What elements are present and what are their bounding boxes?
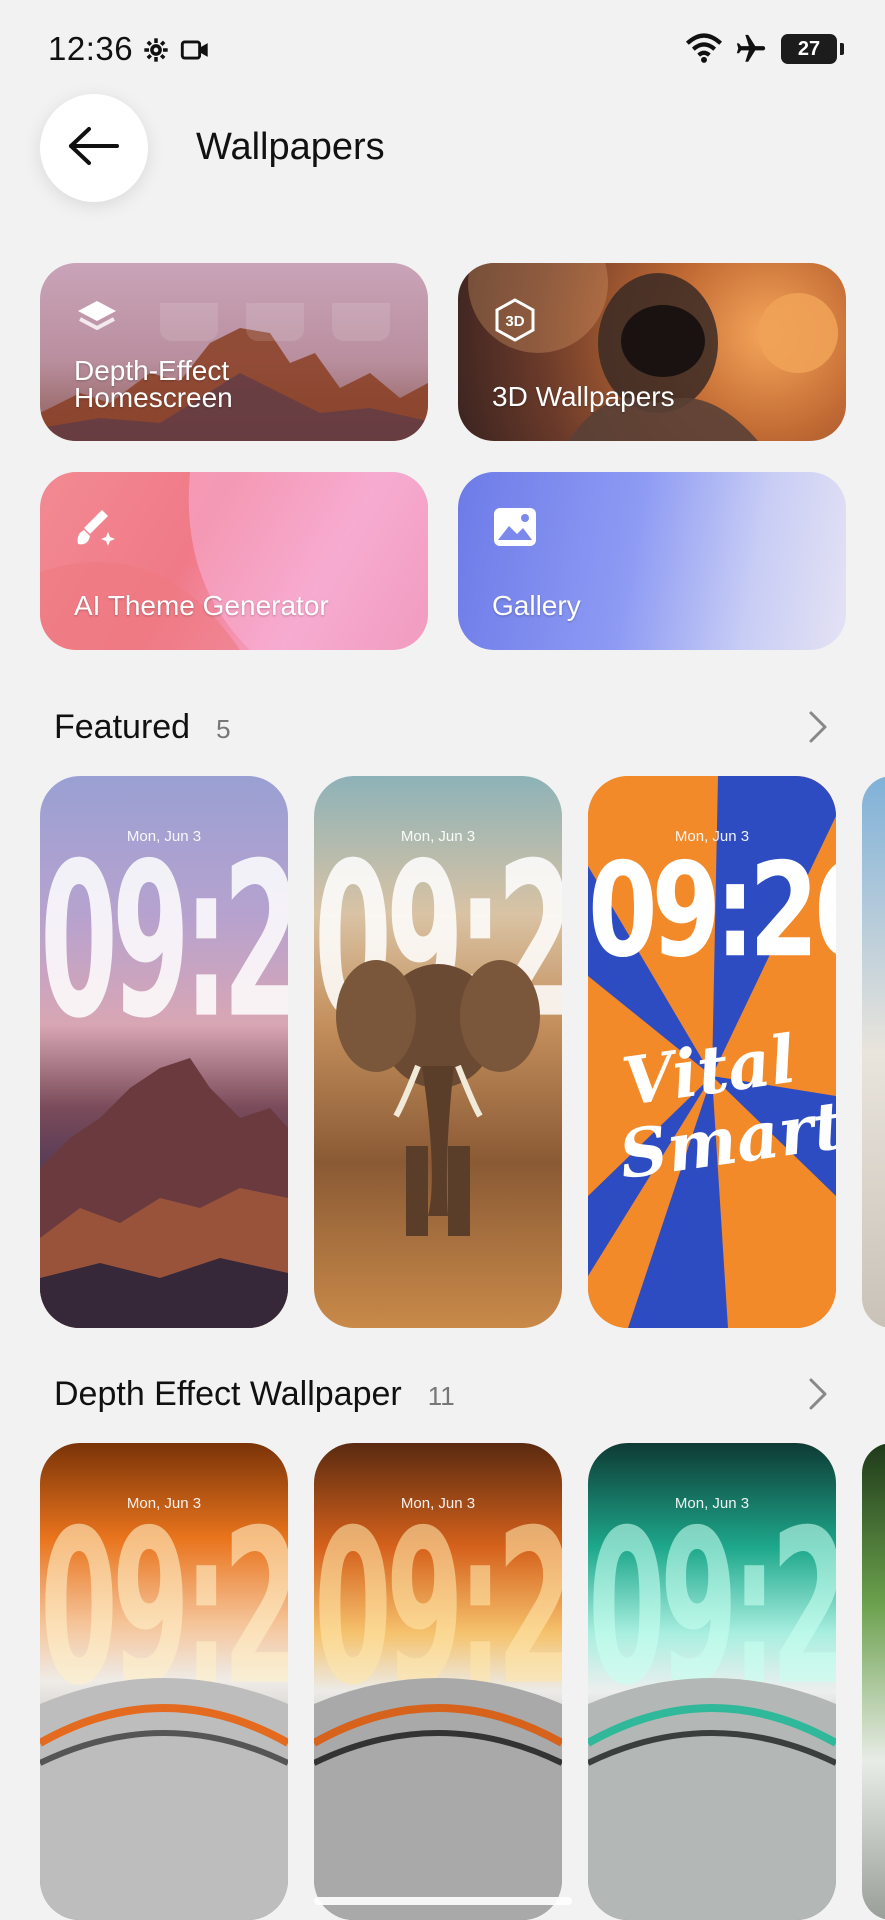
- card-label: 3D Wallpapers: [492, 381, 675, 412]
- card-label: AI Theme Generator: [74, 590, 329, 621]
- section-count: 11: [427, 1381, 455, 1411]
- depth-effect-wallpaper-tile[interactable]: Mon, Jun 3 09:26: [40, 1443, 288, 1920]
- depth-effect-wallpaper-tile[interactable]: Mon, Jun 3 09:26: [588, 1443, 836, 1920]
- section-title: Featured: [54, 708, 191, 746]
- vital-smart-logo: Vital Smart: [614, 1019, 836, 1195]
- chevron-right-icon[interactable]: [807, 710, 829, 749]
- ai-theme-generator-card[interactable]: AI Theme Generator: [40, 472, 428, 650]
- image-icon: [492, 506, 538, 553]
- depth-effect-section-header[interactable]: Depth Effect Wallpaper 11: [54, 1375, 455, 1414]
- paintbrush-sparkle-icon: [74, 506, 118, 555]
- chevron-right-icon[interactable]: [807, 1377, 829, 1416]
- home-indicator[interactable]: [314, 1897, 572, 1905]
- featured-wallpaper-tile[interactable]: Mon, Jun 3 09:26: [40, 776, 288, 1328]
- section-count: 5: [216, 714, 231, 744]
- section-title: Depth Effect Wallpaper: [54, 1375, 402, 1413]
- depth-effect-wallpaper-tile[interactable]: Mon, Jun 3 09:26: [314, 1443, 562, 1920]
- svg-text:3D: 3D: [505, 313, 524, 330]
- settings-icon: [142, 36, 170, 69]
- depth-effect-wallpaper-tile[interactable]: [862, 1443, 885, 1920]
- featured-wallpaper-tile[interactable]: Mon, Jun 3 09:26 Vital Smart: [588, 776, 836, 1328]
- tile-time: 09:26: [588, 834, 836, 987]
- card-label: Gallery: [492, 590, 581, 621]
- back-button[interactable]: [40, 94, 148, 202]
- airplane-icon: [734, 32, 768, 71]
- depth-effect-homescreen-card[interactable]: Depth-Effect Homescreen: [40, 263, 428, 441]
- arrow-left-icon: [67, 126, 121, 171]
- tile-time: 09:26: [40, 818, 288, 1066]
- 3d-wallpapers-card[interactable]: 3D 3D Wallpapers: [458, 263, 846, 441]
- 3d-icon: 3D: [492, 297, 538, 348]
- featured-wallpaper-tile[interactable]: Mon, Jun 3 09:26: [314, 776, 562, 1328]
- camera-icon: [180, 36, 210, 69]
- wallpapers-screen: 12:36 27 Wallpapers Depth-Effect Homescr…: [0, 0, 885, 1920]
- card-label: Depth-Effect Homescreen: [74, 355, 233, 413]
- wifi-icon: [685, 32, 723, 69]
- gallery-card[interactable]: Gallery: [458, 472, 846, 650]
- page-title: Wallpapers: [196, 126, 385, 168]
- status-bar: 12:36 27: [0, 0, 885, 100]
- layers-icon: [74, 297, 120, 346]
- status-clock: 12:36: [48, 30, 134, 67]
- featured-wallpaper-tile[interactable]: [862, 776, 885, 1328]
- featured-section-header[interactable]: Featured 5: [54, 708, 231, 747]
- battery-icon: 27: [781, 34, 844, 64]
